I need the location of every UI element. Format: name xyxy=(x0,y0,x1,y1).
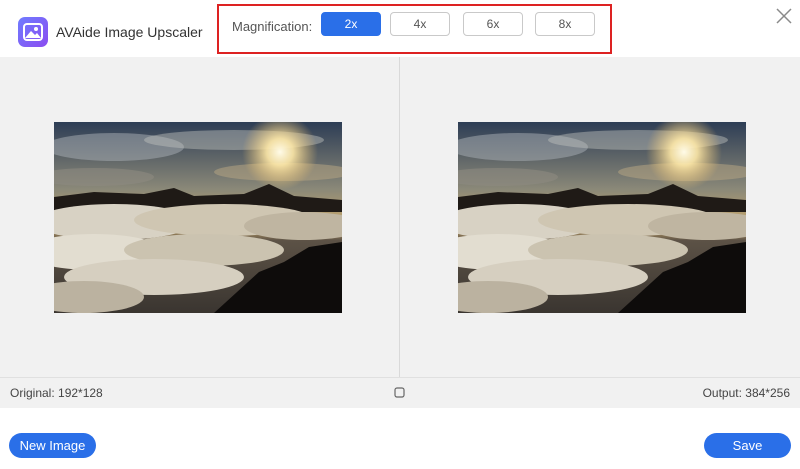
app-title: AVAide Image Upscaler xyxy=(56,24,203,40)
output-size-label: Output: 384*256 xyxy=(702,386,790,400)
magnification-label: Magnification: xyxy=(232,19,313,34)
compare-icon[interactable] xyxy=(394,387,405,398)
close-icon[interactable] xyxy=(774,6,794,26)
original-image xyxy=(54,122,342,313)
magnification-2x-button[interactable]: 2x xyxy=(321,12,381,36)
new-image-button[interactable]: New Image xyxy=(9,433,96,458)
image-icon xyxy=(23,23,43,41)
original-size-label: Original: 192*128 xyxy=(10,386,103,400)
magnification-8x-button[interactable]: 8x xyxy=(535,12,595,36)
save-button[interactable]: Save xyxy=(704,433,791,458)
preview-divider xyxy=(399,57,400,377)
app-logo xyxy=(18,17,48,47)
magnification-6x-button[interactable]: 6x xyxy=(463,12,523,36)
output-image xyxy=(458,122,746,313)
magnification-4x-button[interactable]: 4x xyxy=(390,12,450,36)
